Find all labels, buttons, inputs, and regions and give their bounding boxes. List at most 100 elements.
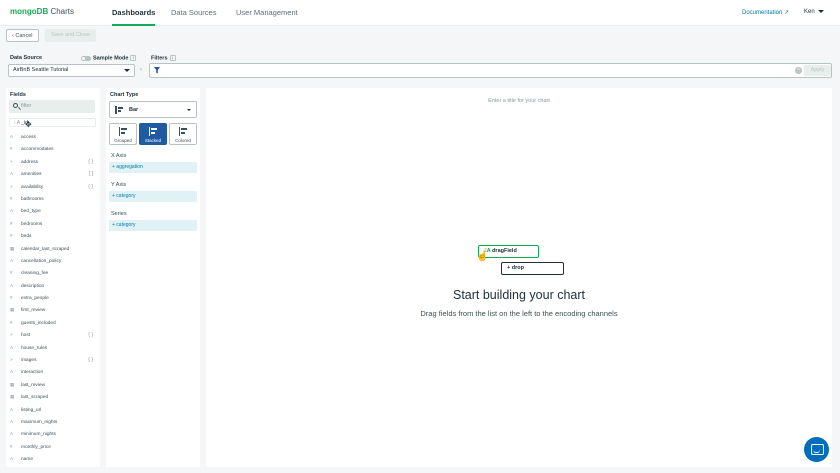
- field-item[interactable]: Ahouse_rules: [6, 342, 100, 354]
- save-and-close-button[interactable]: Save and Close: [45, 29, 96, 42]
- logo-product: Charts: [50, 7, 75, 16]
- field-item[interactable]: > host { }: [6, 329, 100, 341]
- user-name: Ken: [804, 9, 815, 15]
- field-item[interactable]: ▦ last_review: [6, 379, 100, 391]
- dragging-field[interactable]: ⁝ A _id: [9, 118, 96, 127]
- fields-title: Fields: [10, 92, 26, 98]
- field-name: extra_people: [21, 296, 49, 302]
- chart-title-input[interactable]: Enter a title for your chart: [206, 98, 832, 104]
- drag-handle-icon: ⁝: [14, 120, 16, 126]
- apply-button[interactable]: Apply: [804, 65, 831, 76]
- documentation-link[interactable]: Documentation ↗: [742, 9, 789, 16]
- field-item[interactable]: # bedrooms: [6, 218, 100, 230]
- cancel-label: Cancel: [15, 33, 33, 39]
- data-source-select[interactable]: AirBnB Seattle Tutorial: [8, 64, 135, 77]
- variant-grouped-button[interactable]: Grouped: [109, 123, 137, 145]
- bar-chart-icon: [115, 106, 123, 114]
- field-search-input[interactable]: filter: [9, 100, 95, 113]
- chart-type-select[interactable]: Bar: [109, 101, 197, 118]
- number-type-icon: #: [10, 270, 13, 276]
- expand-chevron-icon: >: [10, 183, 13, 189]
- field-item[interactable]: Adescription: [6, 280, 100, 292]
- field-name: minimum_nights: [21, 432, 56, 438]
- y-axis-label: Y Axis: [111, 182, 127, 188]
- field-item[interactable]: > availability { }: [6, 181, 100, 193]
- field-item[interactable]: ▦ last_scraped: [6, 391, 100, 403]
- field-name: address: [21, 159, 39, 165]
- string-type-icon: A: [10, 134, 14, 139]
- field-item[interactable]: # cleaning_fee: [6, 267, 100, 279]
- filter-bar[interactable]: × Apply: [149, 63, 832, 78]
- chat-support-button[interactable]: [804, 437, 829, 462]
- string-type-icon: A: [10, 406, 14, 412]
- field-name: availability: [21, 184, 44, 190]
- date-type-icon: ▦: [10, 394, 15, 400]
- x-axis-drop-zone[interactable]: + aggregation: [109, 162, 197, 173]
- date-type-icon: ▦: [10, 307, 15, 313]
- field-item[interactable]: Aname: [6, 453, 100, 465]
- search-placeholder: filter: [21, 103, 32, 109]
- field-name: accommodates: [21, 147, 54, 153]
- drop-pill: + drop: [501, 262, 564, 275]
- string-type-icon: A: [10, 456, 14, 462]
- field-item[interactable]: > address { }: [6, 156, 100, 168]
- string-type-icon: A: [10, 418, 14, 424]
- field-item[interactable]: Ainteraction: [6, 366, 100, 378]
- user-menu[interactable]: Ken: [804, 9, 824, 15]
- variant-label: Colored: [175, 138, 191, 143]
- variant-stacked-button[interactable]: Stacked: [139, 123, 167, 145]
- tab-data-sources[interactable]: Data Sources: [171, 8, 216, 17]
- chevron-down-icon: [817, 9, 824, 13]
- field-item[interactable]: ▦ calendar_last_scraped: [6, 243, 100, 255]
- string-type-icon: A: [10, 369, 14, 375]
- string-type-icon: A: [10, 431, 14, 437]
- variant-label: Stacked: [144, 138, 162, 143]
- field-item[interactable]: Abed_type: [6, 205, 100, 217]
- number-type-icon: #: [10, 443, 13, 449]
- field-item[interactable]: # guests_included: [6, 317, 100, 329]
- stacked-bar-icon: [149, 127, 158, 136]
- tab-user-management[interactable]: User Management: [236, 8, 298, 17]
- move-cursor-icon: ✥: [25, 120, 32, 129]
- tab-dashboards[interactable]: Dashboards: [112, 8, 156, 26]
- series-drop-zone[interactable]: + category: [109, 220, 197, 231]
- field-item[interactable]: > images { }: [6, 354, 100, 366]
- variant-label: Grouped: [114, 138, 132, 143]
- field-list: Aaccess # accommodates > address { } Aamenitie…: [6, 131, 100, 466]
- info-icon[interactable]: i: [169, 55, 176, 61]
- filters-label: Filters i: [151, 55, 176, 61]
- grouped-bar-icon: [119, 127, 128, 136]
- empty-state-subheading: Drag fields from the list on the left to…: [420, 309, 618, 318]
- field-item[interactable]: Acancellation_policy: [6, 255, 100, 267]
- field-item[interactable]: # monthly_price: [6, 441, 100, 453]
- field-item[interactable]: Aamenities [ ]: [6, 168, 100, 180]
- field-item[interactable]: # bathrooms: [6, 193, 100, 205]
- chevron-right-icon: ›: [140, 67, 142, 73]
- field-name: bedrooms: [21, 221, 43, 227]
- cancel-button[interactable]: ‹ Cancel: [6, 29, 39, 42]
- field-name: cancellation_policy: [21, 258, 62, 264]
- field-item[interactable]: # extra_people: [6, 292, 100, 304]
- field-item[interactable]: Aaccess: [6, 131, 100, 143]
- chevron-down-icon: [187, 109, 191, 111]
- variant-colored-button[interactable]: Colored: [169, 123, 197, 145]
- field-item[interactable]: Amaximum_nights: [6, 416, 100, 428]
- number-type-icon: #: [10, 233, 13, 239]
- app-logo[interactable]: mongoDB Charts: [10, 7, 74, 16]
- y-axis-drop-zone[interactable]: + category: [109, 191, 197, 202]
- info-icon[interactable]: i: [130, 55, 137, 61]
- field-item[interactable]: # beds: [6, 230, 100, 242]
- field-name: house_rules: [21, 345, 48, 351]
- clear-filter-icon[interactable]: ×: [795, 67, 802, 74]
- string-type-icon: A: [10, 171, 14, 177]
- field-name: name: [21, 457, 33, 463]
- field-item[interactable]: # accommodates: [6, 143, 100, 155]
- sample-mode-toggle[interactable]: [81, 55, 91, 61]
- x-axis-label: X Axis: [111, 153, 127, 159]
- field-item[interactable]: Alisting_url: [6, 404, 100, 416]
- expand-chevron-icon: >: [10, 332, 13, 338]
- field-item[interactable]: ▦ first_review: [6, 304, 100, 316]
- field-name: access: [21, 135, 36, 140]
- field-item[interactable]: Aminimum_nights: [6, 428, 100, 440]
- expand-chevron-icon: >: [10, 158, 13, 164]
